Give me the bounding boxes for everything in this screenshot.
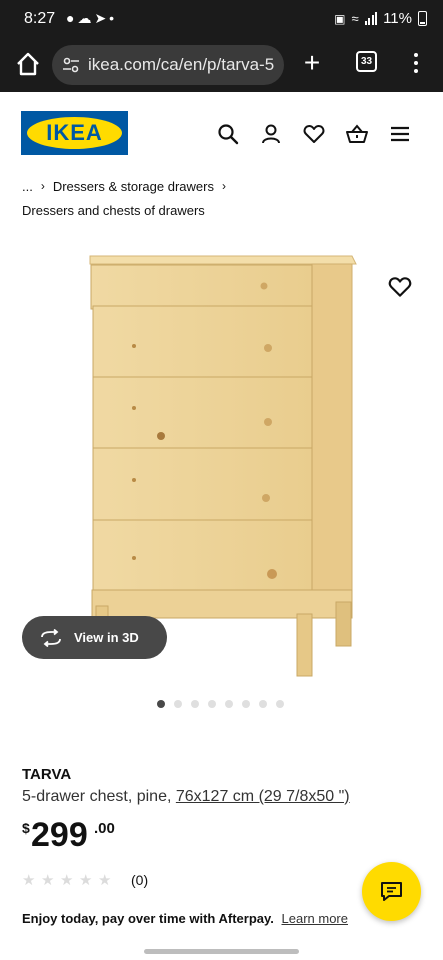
- signal-icon: [364, 12, 378, 25]
- ikea-logo[interactable]: IKEA: [21, 111, 128, 155]
- chat-icon: [381, 882, 402, 901]
- add-to-favourites-icon[interactable]: [387, 274, 413, 300]
- price-currency: $: [22, 820, 30, 836]
- product-dimensions-link[interactable]: 76x127 cm (29 7/8x50 "): [176, 788, 350, 805]
- rating-count: (0): [131, 872, 149, 888]
- star-icon: ★: [22, 872, 36, 889]
- logo-text: IKEA: [46, 120, 103, 145]
- site-settings-icon[interactable]: [62, 56, 80, 74]
- image-carousel-indicator: [157, 700, 284, 708]
- product-rating[interactable]: ★ ★ ★ ★ ★ (0): [22, 871, 148, 889]
- browser-toolbar: ikea.com/ca/en/p/tarva-5 + 33: [0, 38, 443, 92]
- star-icon: ★: [41, 872, 55, 889]
- gesture-bar[interactable]: [144, 949, 299, 954]
- breadcrumb-item-dressers-storage[interactable]: Dressers & storage drawers: [53, 179, 214, 194]
- star-icon: ★: [98, 872, 112, 889]
- notification-icons: ●☁➤•: [66, 10, 118, 26]
- more-menu-icon[interactable]: [408, 50, 424, 78]
- profile-icon[interactable]: [259, 122, 283, 146]
- breadcrumb-item-dressers-chests[interactable]: Dressers and chests of drawers: [22, 203, 205, 218]
- price-integer: 299: [31, 816, 88, 854]
- status-bar: 8:27 ●☁➤• ▣ ≈ 11%: [0, 0, 443, 38]
- afterpay-banner: Enjoy today, pay over time with Afterpay…: [22, 911, 348, 926]
- home-icon[interactable]: [14, 50, 42, 78]
- breadcrumb-ellipsis[interactable]: ...: [22, 179, 33, 194]
- favourites-icon[interactable]: [302, 122, 326, 146]
- status-time: 8:27: [24, 10, 56, 27]
- status-right: ▣ ≈ 11%: [334, 10, 427, 27]
- battery-percent: 11%: [383, 10, 412, 27]
- carousel-dot[interactable]: [191, 700, 199, 708]
- product-name: TARVA: [22, 766, 72, 783]
- product-description: 5-drawer chest, pine, 76x127 cm (29 7/8x…: [22, 788, 350, 806]
- shopping-bag-icon[interactable]: [345, 122, 369, 146]
- new-tab-icon[interactable]: +: [298, 49, 326, 77]
- carousel-dot[interactable]: [259, 700, 267, 708]
- star-icon: ★: [60, 872, 74, 889]
- product-type: 5-drawer chest, pine,: [22, 788, 172, 805]
- carousel-dot[interactable]: [157, 700, 165, 708]
- rotate-3d-icon: [41, 629, 61, 647]
- menu-icon[interactable]: [388, 122, 412, 146]
- carousel-dot[interactable]: [276, 700, 284, 708]
- search-icon[interactable]: [216, 122, 240, 146]
- star-icon: ★: [79, 872, 93, 889]
- view-in-3d-label: View in 3D: [74, 630, 139, 645]
- wifi-icon: ≈: [351, 11, 359, 26]
- url-text: ikea.com/ca/en/p/tarva-5: [88, 55, 275, 74]
- chevron-right-icon: ›: [221, 179, 226, 193]
- price-decimal: .00: [94, 820, 115, 837]
- tab-switcher-button[interactable]: 33: [356, 51, 377, 72]
- carousel-dot[interactable]: [208, 700, 216, 708]
- chat-button[interactable]: [362, 862, 421, 921]
- lock-icon: ▣: [334, 11, 346, 26]
- carousel-dot[interactable]: [242, 700, 250, 708]
- battery-icon: [418, 11, 427, 26]
- chevron-right-icon: ›: [40, 179, 45, 193]
- carousel-dot[interactable]: [225, 700, 233, 708]
- carousel-dot[interactable]: [174, 700, 182, 708]
- breadcrumb: ... › Dressers & storage drawers › Dress…: [22, 178, 226, 218]
- afterpay-text: Enjoy today, pay over time with Afterpay…: [22, 911, 274, 926]
- url-bar[interactable]: ikea.com/ca/en/p/tarva-5: [52, 45, 284, 85]
- view-in-3d-button[interactable]: View in 3D: [22, 616, 167, 659]
- afterpay-learn-more-link[interactable]: Learn more: [282, 911, 348, 926]
